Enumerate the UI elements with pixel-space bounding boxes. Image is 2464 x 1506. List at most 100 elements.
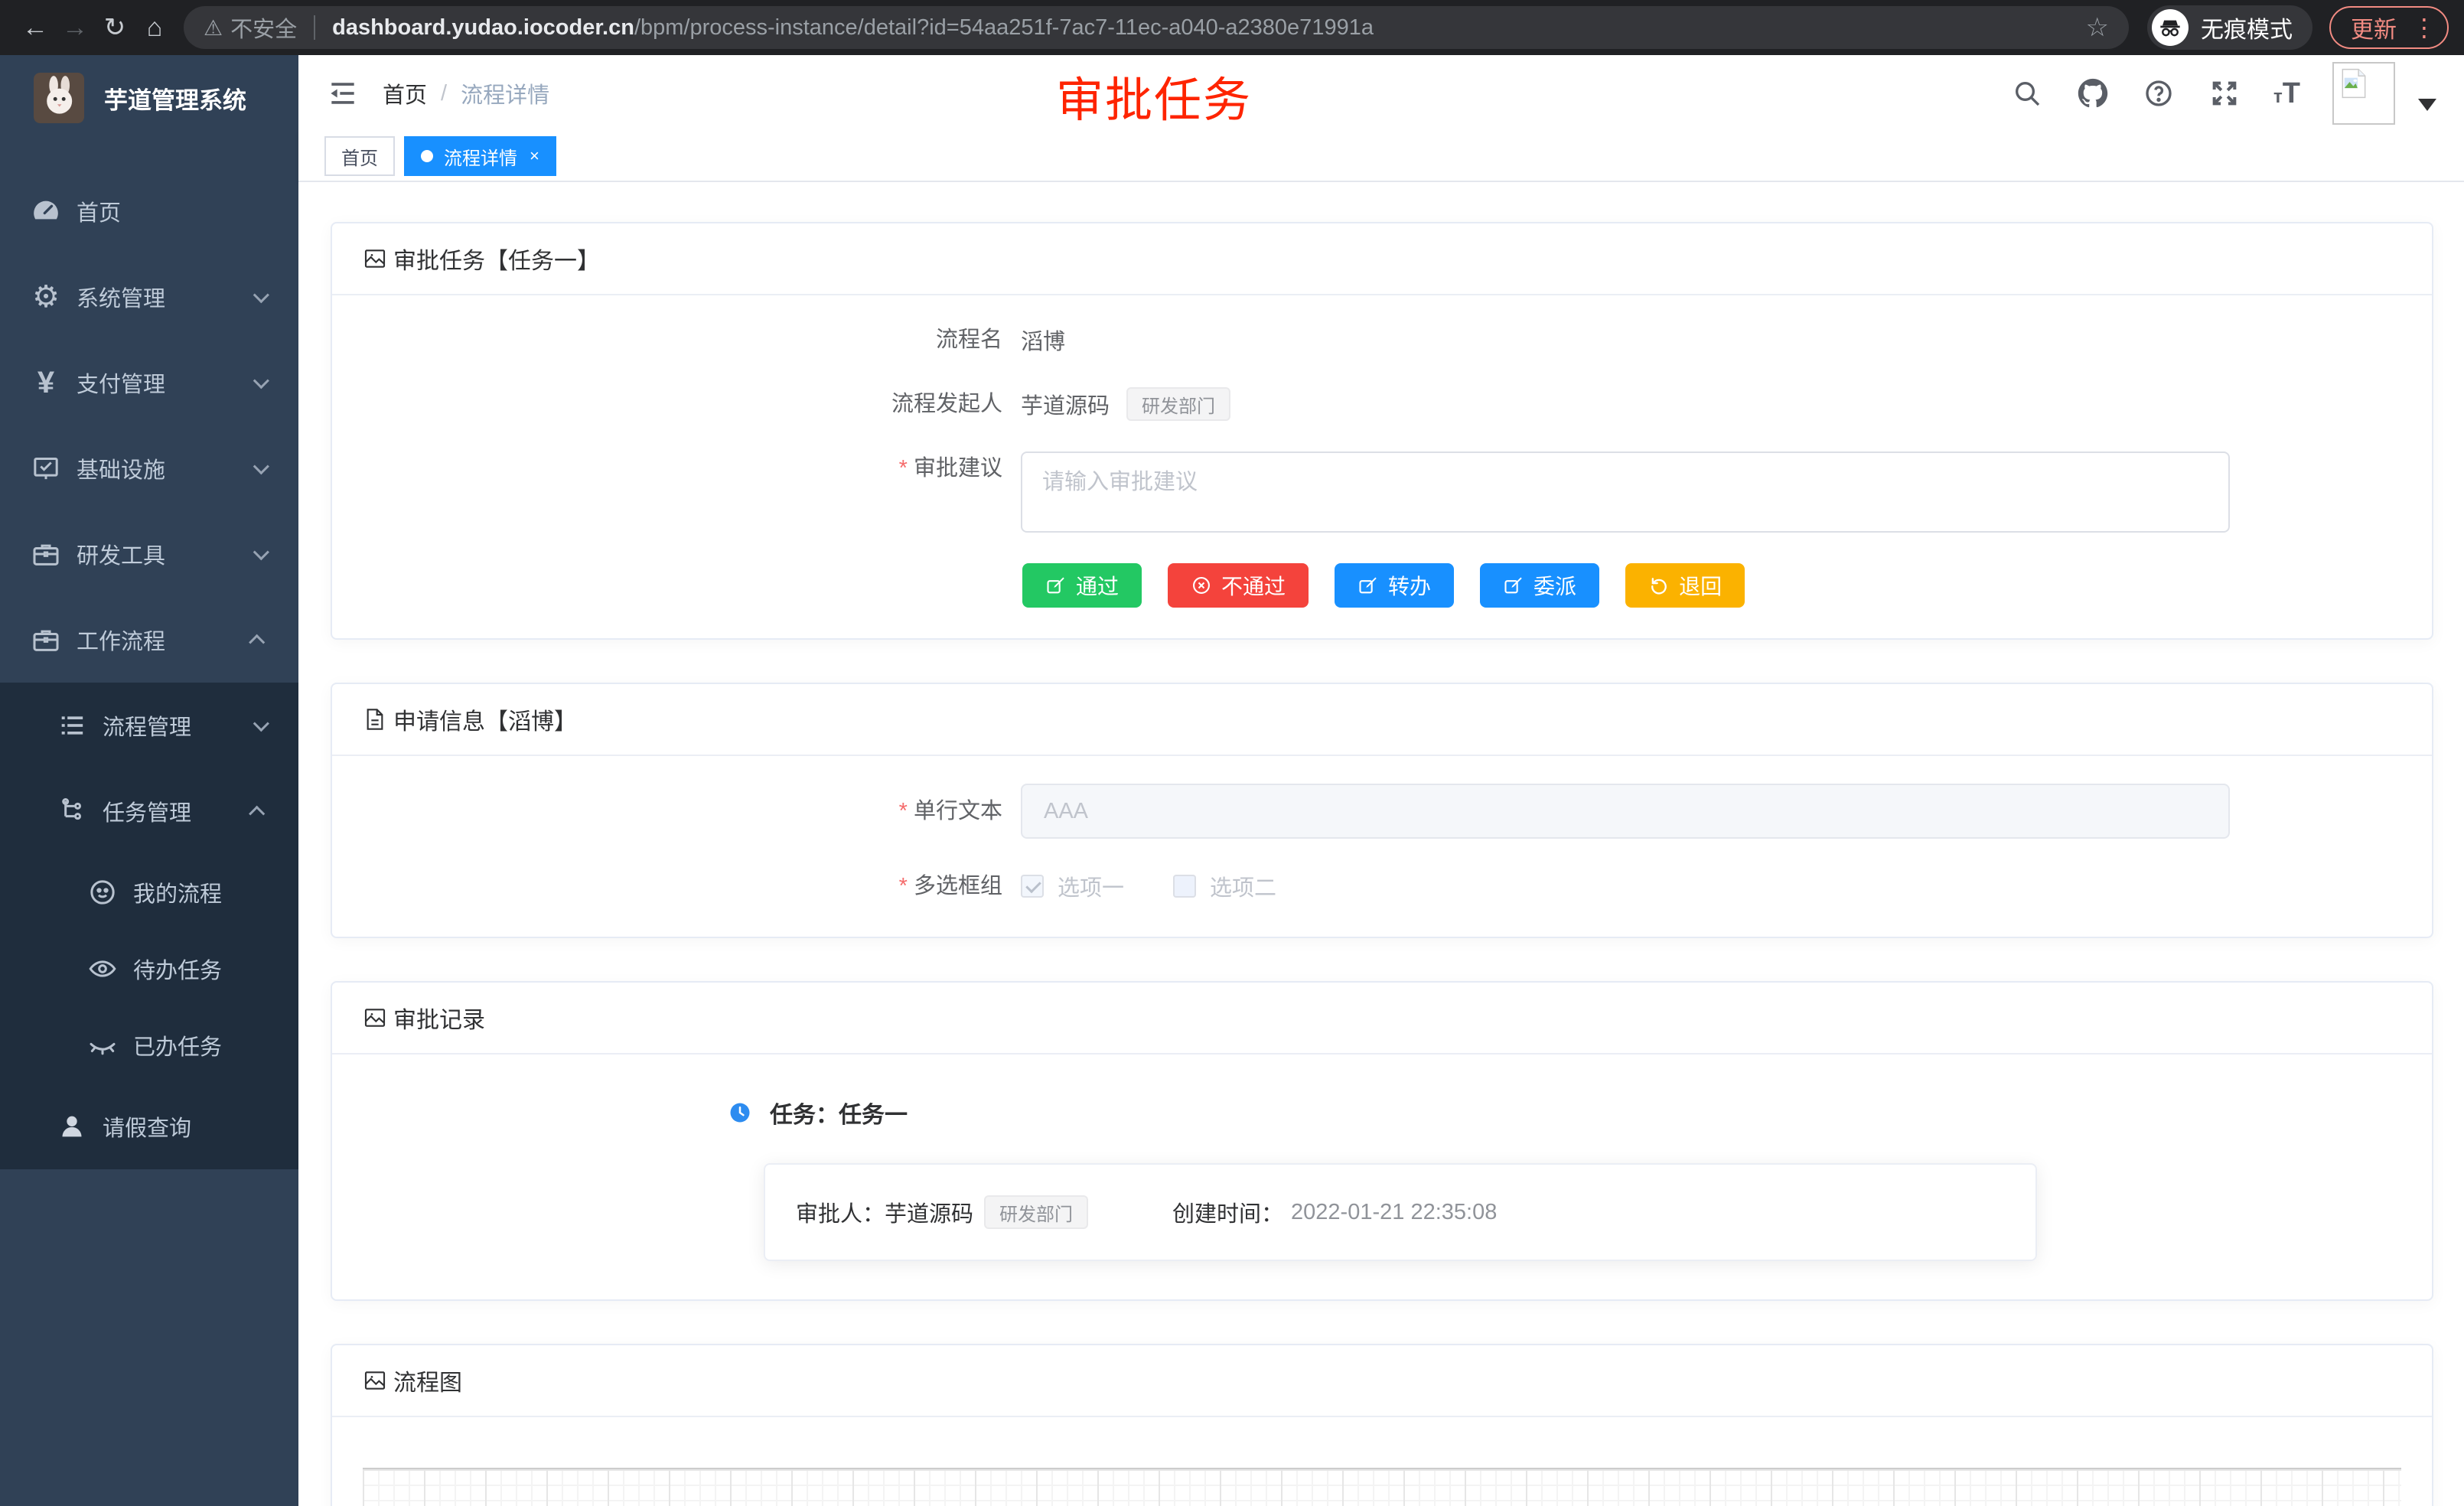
suggest-textarea[interactable] — [1021, 451, 2230, 533]
reload-icon[interactable]: ↻ — [95, 8, 135, 47]
initiator-value: 芋道源码 研发部门 — [1021, 387, 1230, 421]
fullscreen-icon[interactable] — [2208, 77, 2241, 110]
sidebar-fold-icon[interactable] — [326, 77, 360, 110]
briefcase-icon — [29, 537, 63, 571]
user-icon — [55, 1110, 89, 1143]
sidebar-item-done-tasks[interactable]: 已办任务 — [0, 1007, 298, 1084]
breadcrumb-home[interactable]: 首页 — [383, 77, 427, 109]
pass-button[interactable]: 通过 — [1022, 563, 1142, 608]
apply-card-header: 申请信息【滔博】 — [332, 684, 2432, 756]
approve-task-card: 审批任务【任务一】 流程名 滔博 流程发起人 芋道源码 研发部门 — [331, 222, 2433, 640]
card-title: 审批任务【任务一】 — [393, 242, 600, 275]
circle-close-icon — [1191, 575, 1212, 596]
assignee-label: 审批人： — [796, 1196, 885, 1228]
incognito-icon — [2152, 9, 2189, 46]
checkbox-row: 多选框组 选项一 选项二 — [363, 869, 2401, 903]
single-text-input — [1021, 784, 2230, 839]
checkbox-option-1: 选项一 — [1021, 870, 1124, 902]
dept-tag: 研发部门 — [1126, 387, 1230, 421]
sidebar-item-workflow[interactable]: 工作流程 — [0, 597, 298, 683]
url-domain: dashboard.yudao.iocoder.cn — [332, 15, 634, 41]
avatar-dropdown-icon[interactable] — [2418, 99, 2436, 111]
suggest-row: 审批建议 — [363, 451, 2401, 533]
tab-process-detail[interactable]: 流程详情 × — [404, 136, 556, 176]
sidebar-item-home[interactable]: 首页 — [0, 168, 298, 254]
process-name-value: 滔博 — [1021, 324, 1065, 356]
timeline-node: 任务：任务一 — [728, 1096, 2401, 1130]
browser-update-button[interactable]: 更新 ⋮ — [2329, 6, 2449, 49]
not-secure-label: 不安全 — [230, 11, 297, 44]
tabs-bar: 首页 流程详情 × — [298, 132, 2464, 182]
document-icon — [363, 707, 387, 732]
dept-tag: 研发部门 — [984, 1195, 1088, 1229]
yen-icon: ¥ — [29, 366, 63, 399]
back-icon[interactable]: ← — [15, 8, 55, 47]
page-content: 审批任务【任务一】 流程名 滔博 流程发起人 芋道源码 研发部门 — [298, 182, 2464, 1506]
incognito-label: 无痕模式 — [2201, 11, 2293, 44]
breadcrumb-current: 流程详情 — [461, 77, 549, 109]
sidebar-item-leave-query[interactable]: 请假查询 — [0, 1084, 298, 1169]
chevron-down-icon — [253, 373, 269, 389]
delegate-button[interactable]: 委派 — [1480, 563, 1599, 608]
app-shell: 芋道管理系统 首页 ⚙ 系统管理 ¥ 支付管理 — [0, 55, 2464, 1506]
card-title: 申请信息【滔博】 — [393, 702, 577, 736]
chevron-up-icon — [249, 805, 265, 821]
browser-menu-icon[interactable]: ⋮ — [2412, 13, 2436, 42]
search-icon[interactable] — [2010, 77, 2044, 110]
chevron-down-icon — [253, 458, 269, 474]
sidebar-item-devtools[interactable]: 研发工具 — [0, 511, 298, 597]
bpmn-canvas[interactable] — [363, 1468, 2401, 1506]
app-logo — [34, 73, 84, 123]
single-text-row: 单行文本 — [363, 784, 2401, 839]
return-button[interactable]: 退回 — [1625, 563, 1745, 608]
picture-icon — [363, 246, 387, 271]
annotation-title: 审批任务 — [1056, 61, 1252, 130]
avatar[interactable] — [2332, 62, 2395, 125]
home-icon[interactable]: ⌂ — [135, 8, 174, 47]
sidebar: 芋道管理系统 首页 ⚙ 系统管理 ¥ 支付管理 — [0, 55, 298, 1506]
bookmark-star-icon[interactable]: ☆ — [2086, 12, 2109, 43]
app-logo-row[interactable]: 芋道管理系统 — [0, 55, 298, 141]
breadcrumb: 首页 / 流程详情 — [383, 77, 549, 109]
reject-button[interactable]: 不通过 — [1168, 563, 1309, 608]
briefcase-icon — [29, 623, 63, 657]
active-tab-dot — [421, 150, 433, 162]
sidebar-item-my-process[interactable]: 我的流程 — [0, 854, 298, 931]
github-icon[interactable] — [2076, 77, 2110, 110]
sidebar-item-infra[interactable]: 基础设施 — [0, 425, 298, 511]
assignee-value: 芋道源码 — [885, 1196, 973, 1228]
initiator-row: 流程发起人 芋道源码 研发部门 — [363, 387, 2401, 421]
approval-records-card: 审批记录 任务：任务一 审批人： 芋道源码 研发部门 — [331, 981, 2433, 1301]
apply-info-card: 申请信息【滔博】 单行文本 多选框组 选项一 — [331, 683, 2433, 938]
edit-icon — [1503, 575, 1524, 596]
help-icon[interactable] — [2142, 77, 2176, 110]
close-icon[interactable]: × — [530, 146, 539, 166]
card-title: 审批记录 — [393, 1001, 485, 1035]
records-timeline: 任务：任务一 审批人： 芋道源码 研发部门 创建时间： 2022-01-21 2… — [728, 1082, 2401, 1261]
picture-icon — [363, 1006, 387, 1030]
header-actions: тT — [1978, 62, 2436, 125]
tab-home[interactable]: 首页 — [324, 136, 395, 176]
chevron-down-icon — [253, 287, 269, 303]
chevron-down-icon — [253, 544, 269, 560]
sidebar-item-payment[interactable]: ¥ 支付管理 — [0, 340, 298, 425]
sidebar-item-process-mgmt[interactable]: 流程管理 — [0, 683, 298, 768]
card-title: 流程图 — [393, 1364, 462, 1397]
sidebar-item-task-mgmt[interactable]: 任务管理 — [0, 768, 298, 854]
sidebar-item-system[interactable]: ⚙ 系统管理 — [0, 254, 298, 340]
transfer-button[interactable]: 转办 — [1335, 563, 1454, 608]
diagram-card-header: 流程图 — [332, 1345, 2432, 1417]
forward-icon[interactable]: → — [55, 8, 95, 47]
chevron-up-icon — [249, 634, 265, 650]
workflow-submenu: 流程管理 任务管理 我的流程 — [0, 683, 298, 1169]
approve-actions: 通过 不通过 转办 委 — [1022, 563, 2401, 608]
sidebar-item-todo-tasks[interactable]: 待办任务 — [0, 931, 298, 1007]
process-diagram-card: 流程图 — [331, 1344, 2433, 1506]
clock-icon — [728, 1101, 751, 1124]
address-bar[interactable]: ⚠ 不安全 dashboard.yudao.iocoder.cn /bpm/pr… — [184, 6, 2129, 49]
records-card-header: 审批记录 — [332, 983, 2432, 1055]
font-size-icon[interactable]: тT — [2273, 77, 2300, 110]
page-header: 首页 / 流程详情 审批任务 — [298, 55, 2464, 132]
create-time-value: 2022-01-21 22:35:08 — [1291, 1200, 1497, 1225]
list-icon — [55, 709, 89, 742]
